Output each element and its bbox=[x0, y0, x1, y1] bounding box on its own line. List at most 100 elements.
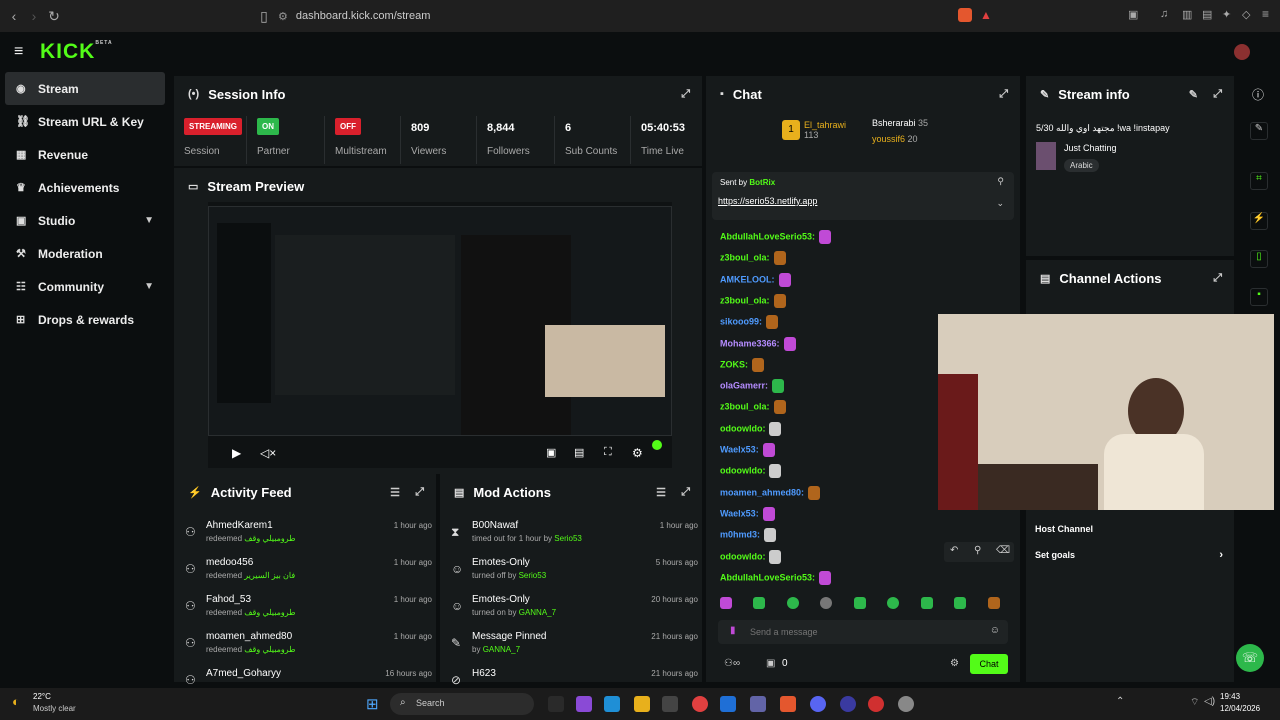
emote-icon[interactable] bbox=[720, 597, 732, 609]
sidebar-item-revenue[interactable]: ▦ Revenue bbox=[0, 138, 170, 171]
chat-message[interactable]: z3boul_ola: bbox=[720, 293, 786, 308]
settings-icon[interactable]: ⚙ bbox=[950, 658, 959, 669]
chat-username[interactable]: AMKELOOL: bbox=[720, 274, 775, 284]
chat-message[interactable]: odoowldo: bbox=[720, 549, 782, 564]
chevron-down-icon[interactable]: ⌄ bbox=[996, 198, 1004, 209]
chat-username[interactable]: olaGamerr: bbox=[720, 380, 768, 390]
category-name[interactable]: Just Chatting bbox=[1064, 143, 1117, 153]
chat-message[interactable]: z3boul_ola: bbox=[720, 251, 786, 266]
emote-icon[interactable] bbox=[753, 597, 766, 609]
chat-username[interactable]: sikooo99: bbox=[720, 317, 762, 327]
top-gifter[interactable]: youssif6 20 bbox=[872, 134, 918, 144]
reload-icon[interactable]: ↻ bbox=[44, 8, 64, 25]
emote-icon[interactable] bbox=[853, 597, 866, 609]
sidebar-item-drops[interactable]: ⊞ Drops & rewards bbox=[0, 303, 170, 336]
chat-username[interactable]: z3boul_ola: bbox=[720, 402, 770, 412]
teams-icon[interactable] bbox=[750, 696, 766, 712]
menu-icon[interactable]: ≡ bbox=[1262, 7, 1269, 21]
sidebar-item-achievements[interactable]: ♛ Achievements bbox=[0, 171, 170, 204]
forward-icon[interactable]: › bbox=[24, 8, 44, 24]
chat-username[interactable]: AbdullahLoveSerio53: bbox=[720, 231, 815, 241]
edit-icon[interactable]: ✎ bbox=[1250, 122, 1268, 140]
pin-icon[interactable]: ⚲ bbox=[974, 545, 981, 556]
gift-icon[interactable]: ▣ bbox=[766, 658, 775, 669]
edit-icon[interactable]: ✎ bbox=[1189, 88, 1198, 101]
site-info-icon[interactable]: ⚙ bbox=[278, 10, 288, 23]
address-bar[interactable]: ⚙ dashboard.kick.com/stream bbox=[278, 5, 998, 27]
popout-icon[interactable]: ⤢ bbox=[681, 88, 690, 101]
chat-message[interactable]: odoowldo: bbox=[720, 421, 782, 436]
chat-username[interactable]: z3boul_ola: bbox=[720, 295, 770, 305]
chat-message[interactable]: z3boul_ola: bbox=[720, 400, 786, 415]
top-gifter[interactable]: El_tahrawi 113 bbox=[804, 120, 846, 140]
chat-input-box[interactable]: ▮ ☺ bbox=[718, 620, 1008, 644]
chat-icon[interactable]: ▪ bbox=[1250, 288, 1268, 306]
send-chat-button[interactable]: Chat bbox=[970, 654, 1008, 674]
store-icon[interactable] bbox=[662, 696, 678, 712]
hamburger-icon[interactable]: ≡ bbox=[14, 43, 23, 61]
app-icon[interactable] bbox=[868, 696, 884, 712]
edge-icon[interactable] bbox=[604, 696, 620, 712]
chat-username[interactable]: Waelx53: bbox=[720, 508, 759, 518]
sidebar-item-stream-url[interactable]: ⛓ Stream URL & Key bbox=[0, 105, 170, 138]
settings-icon[interactable]: ⚙ bbox=[632, 446, 643, 460]
chat-message[interactable]: sikooo99: bbox=[720, 315, 779, 330]
sidebar-item-studio[interactable]: ▣ Studio ▼ bbox=[0, 204, 170, 237]
filter-icon[interactable]: ☰ bbox=[656, 486, 666, 499]
chat-username[interactable]: moamen_ahmed80: bbox=[720, 487, 804, 497]
chevron-up-icon[interactable]: ⌃ bbox=[1116, 696, 1124, 707]
emote-icon[interactable] bbox=[887, 597, 900, 609]
chat-message[interactable]: Waelx53: bbox=[720, 443, 775, 457]
mute-icon[interactable]: ◁× bbox=[260, 446, 276, 460]
mic-icon[interactable]: ▮ bbox=[730, 625, 736, 636]
chat-username[interactable]: m0hmd3: bbox=[720, 530, 760, 540]
chat-message[interactable]: AbdullahLoveSerio53: bbox=[720, 230, 832, 244]
outlook-icon[interactable] bbox=[720, 696, 736, 712]
emote-icon[interactable] bbox=[954, 597, 967, 609]
explorer-icon[interactable] bbox=[634, 696, 650, 712]
emote-icon[interactable] bbox=[987, 597, 1000, 609]
chat-message[interactable]: ZOKS: bbox=[720, 357, 764, 372]
tab-icon[interactable]: ▣ bbox=[1128, 8, 1138, 21]
play-icon[interactable]: ▶ bbox=[232, 446, 241, 460]
sidebar-icon[interactable]: ▥ bbox=[1182, 8, 1192, 21]
chat-message[interactable]: m0hmd3: bbox=[720, 528, 777, 543]
chat-username[interactable]: AbdullahLoveSerio53: bbox=[720, 572, 815, 582]
info-icon[interactable]: ⓘ bbox=[1252, 86, 1264, 103]
vpn-icon[interactable]: ◇ bbox=[1242, 8, 1250, 21]
leo-icon[interactable]: ✦ bbox=[1222, 8, 1231, 21]
popout-icon[interactable]: ⤢ bbox=[415, 486, 424, 499]
clip-icon[interactable]: ▣ bbox=[546, 446, 556, 459]
sidebar-item-stream[interactable]: ◉ Stream bbox=[5, 72, 165, 105]
chrome-icon[interactable] bbox=[692, 696, 708, 712]
sidebar-item-community[interactable]: ☷ Community ▼ bbox=[0, 270, 170, 303]
trash-icon[interactable]: ⌫ bbox=[996, 545, 1010, 556]
chat-username[interactable]: z3boul_ola: bbox=[720, 253, 770, 263]
chat-username[interactable]: odoowldo: bbox=[720, 423, 765, 433]
chat-username[interactable]: Mohame3366: bbox=[720, 338, 780, 348]
chat-message[interactable]: olaGamerr: bbox=[720, 379, 785, 394]
avatar[interactable] bbox=[1234, 44, 1250, 60]
settings-icon[interactable] bbox=[898, 696, 914, 712]
media-icon[interactable]: ♫ bbox=[1160, 8, 1168, 20]
set-goals-button[interactable]: Set goals › bbox=[1035, 549, 1223, 561]
obs-icon[interactable] bbox=[840, 696, 856, 712]
document-icon[interactable]: ▯ bbox=[1250, 250, 1268, 268]
stream-video[interactable]: ▶ ◁× ▣ ▤ ⛶ ⚙ bbox=[208, 202, 672, 468]
theater-icon[interactable]: ▤ bbox=[574, 446, 584, 459]
chat-message[interactable]: AMKELOOL: bbox=[720, 272, 791, 287]
fullscreen-icon[interactable]: ⛶ bbox=[604, 446, 612, 459]
filter-icon[interactable]: ☰ bbox=[390, 486, 400, 499]
popout-icon[interactable]: ⤢ bbox=[1213, 88, 1222, 101]
popout-icon[interactable]: ⤢ bbox=[681, 486, 690, 499]
brave-rewards-icon[interactable]: ▲ bbox=[980, 8, 992, 22]
emote-icon[interactable] bbox=[820, 597, 833, 609]
bolt-icon[interactable]: ⚡ bbox=[1250, 212, 1268, 230]
emoji-icon[interactable]: ☺ bbox=[990, 625, 1000, 636]
popout-icon[interactable]: ⤢ bbox=[999, 88, 1008, 101]
chat-username[interactable]: odoowldo: bbox=[720, 551, 765, 561]
bookmark-icon[interactable]: ▯ bbox=[254, 8, 274, 25]
chat-username[interactable]: Waelx53: bbox=[720, 444, 759, 454]
chat-message[interactable]: Mohame3366: bbox=[720, 336, 796, 351]
chat-username[interactable]: ZOKS: bbox=[720, 359, 748, 369]
